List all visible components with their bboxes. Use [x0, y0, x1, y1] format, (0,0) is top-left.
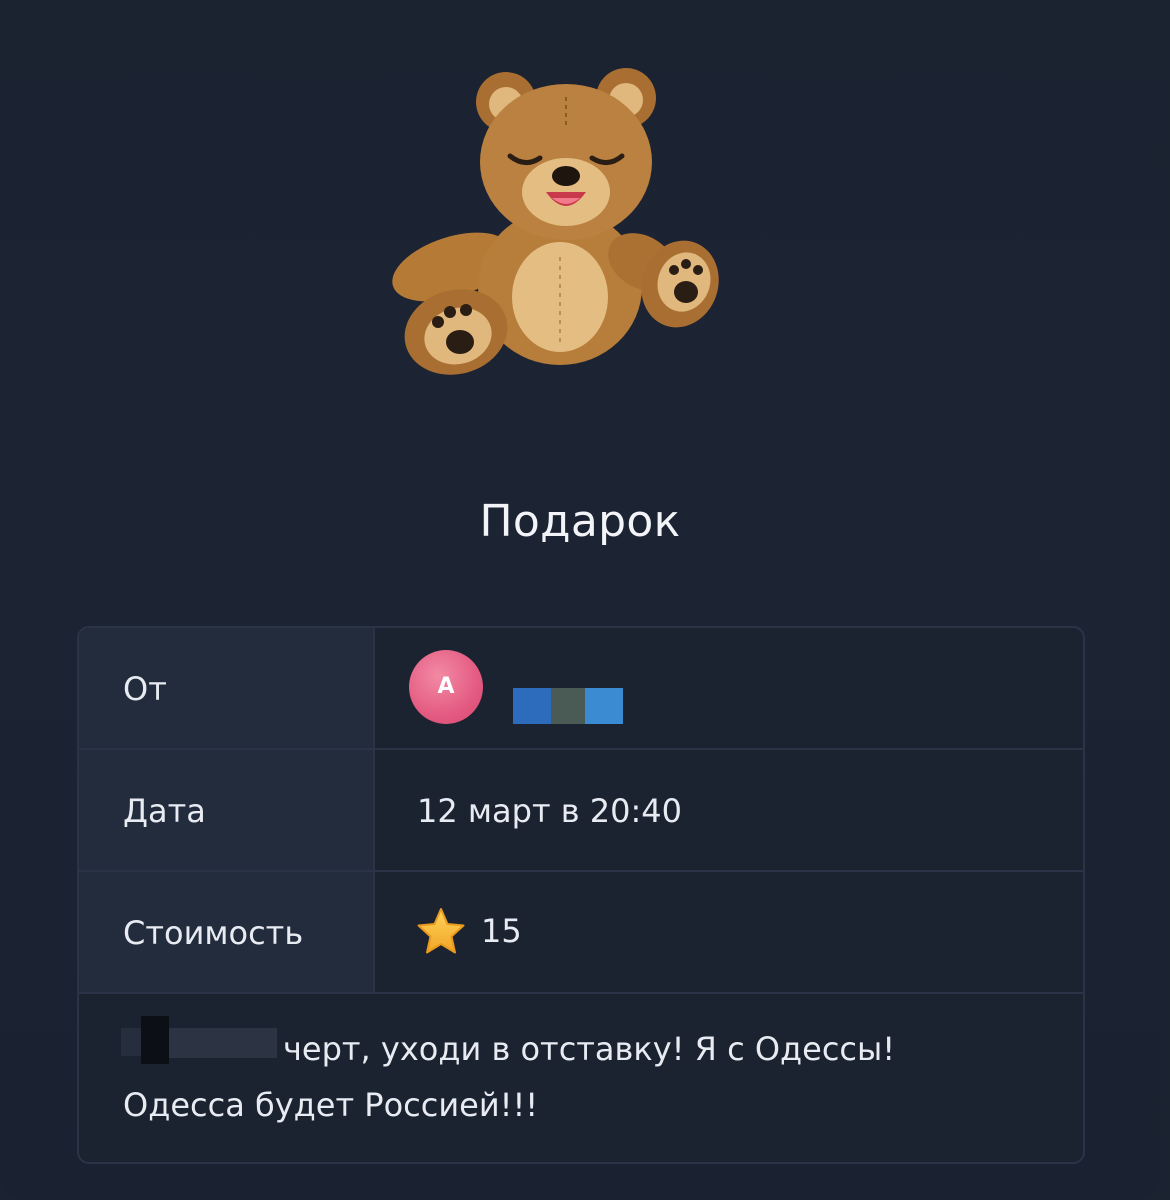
- label-cell: Дата: [79, 750, 375, 870]
- date-label: Дата: [123, 792, 206, 830]
- label-cell: От: [79, 628, 375, 748]
- row-cost: Стоимость 15: [79, 872, 1083, 994]
- cost-value: 15: [481, 912, 522, 950]
- cost-cell: 15: [375, 872, 1083, 992]
- date-cell: 12 март в 20:40: [375, 750, 1083, 870]
- gift-info-table: От A Дата 12 март в 20:40 Стоимость 15 ч…: [77, 626, 1085, 1164]
- teddy-bear-icon: [392, 68, 719, 375]
- star-icon: [417, 908, 465, 954]
- message-redacted-block: [121, 1016, 277, 1064]
- gift-title: Подарок: [479, 496, 681, 547]
- label-cell: Стоимость: [79, 872, 375, 992]
- sender-name-redacted[interactable]: [513, 688, 623, 724]
- cost-label: Стоимость: [123, 914, 304, 952]
- date-value: 12 март в 20:40: [417, 792, 683, 830]
- row-date: Дата 12 март в 20:40: [79, 750, 1083, 872]
- message-line-2: Одесса будет Россией!!!: [123, 1086, 539, 1124]
- message-line-1: черт, уходи в отставку! Я с Одессы!: [283, 1030, 896, 1068]
- row-from: От A: [79, 628, 1083, 750]
- from-label: От: [123, 670, 167, 708]
- gift-details-panel: Подарок От A Дата 12 март в 20:40 Стоимо…: [0, 0, 1160, 1200]
- sender-avatar[interactable]: A: [409, 650, 483, 724]
- sender-cell[interactable]: A: [375, 628, 1083, 748]
- gift-message: черт, уходи в отставку! Я с Одессы! Одес…: [79, 994, 1083, 1162]
